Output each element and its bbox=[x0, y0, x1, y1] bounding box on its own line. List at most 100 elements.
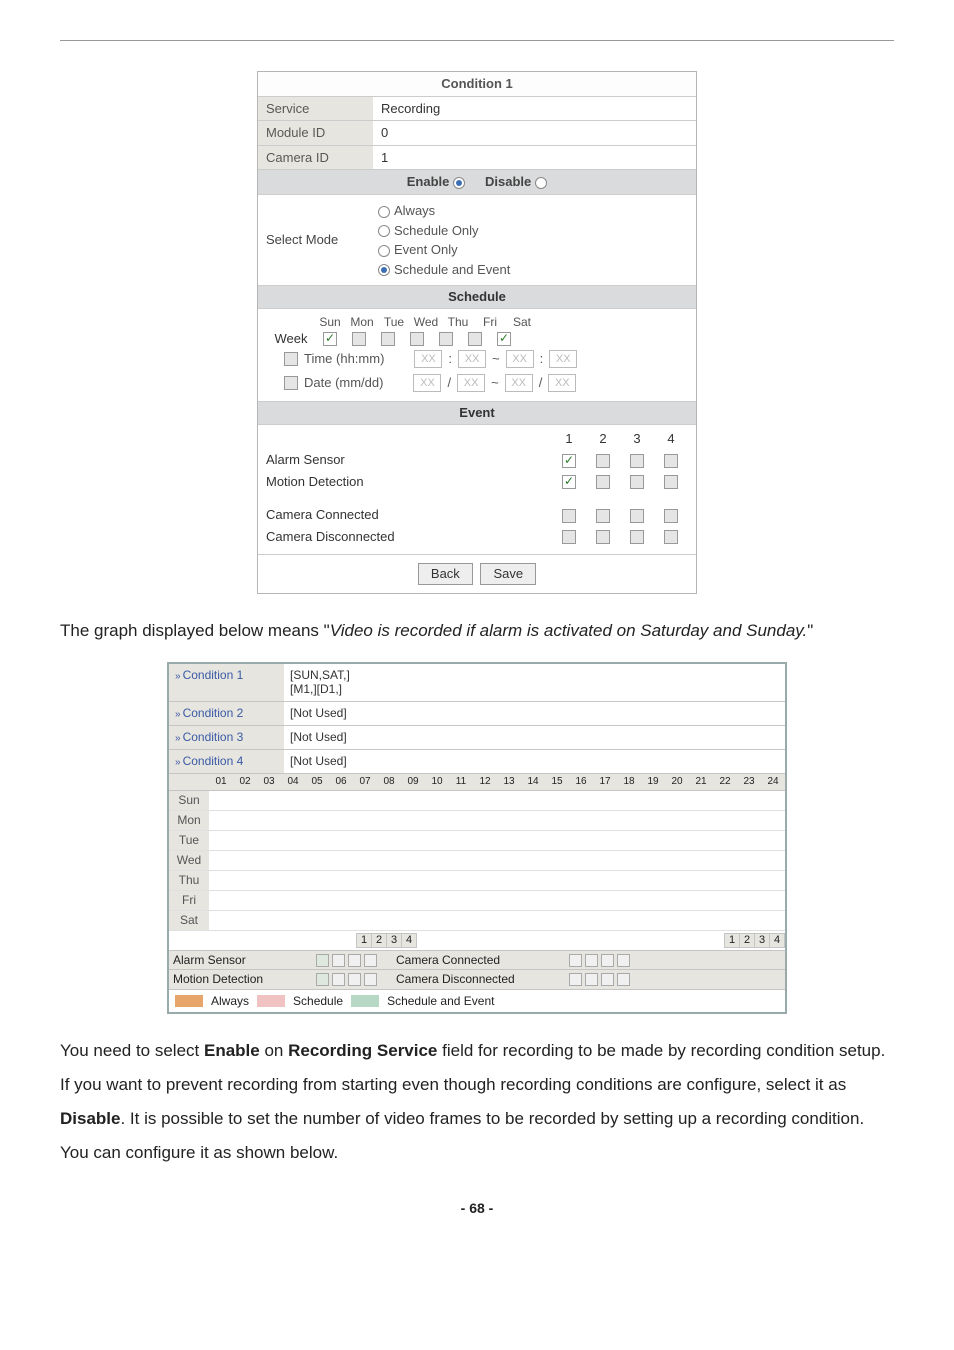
arrow-icon: » bbox=[175, 757, 181, 768]
mode-event-radio[interactable] bbox=[378, 245, 390, 257]
time-label: Time (hh:mm) bbox=[304, 351, 384, 367]
motion-2-checkbox[interactable] bbox=[596, 475, 610, 489]
motion-1-checkbox[interactable] bbox=[562, 475, 576, 489]
camcon-4-checkbox[interactable] bbox=[664, 509, 678, 523]
motion-3-checkbox[interactable] bbox=[630, 475, 644, 489]
time-hh2[interactable]: XX bbox=[506, 350, 534, 368]
camcon-2-checkbox[interactable] bbox=[596, 509, 610, 523]
date-dd1[interactable]: XX bbox=[457, 374, 485, 392]
day-thu: Thu bbox=[444, 315, 472, 329]
camcon-3-checkbox[interactable] bbox=[630, 509, 644, 523]
foot-motion-4 bbox=[364, 973, 377, 986]
swatch-schedule bbox=[257, 995, 285, 1007]
cond3-link[interactable]: »Condition 3 bbox=[169, 726, 284, 749]
camdis-2-checkbox[interactable] bbox=[596, 530, 610, 544]
date-mm2[interactable]: XX bbox=[505, 374, 533, 392]
date-enable-checkbox[interactable] bbox=[284, 376, 298, 390]
swatch-always bbox=[175, 995, 203, 1007]
row-wed: Wed bbox=[169, 851, 785, 871]
disable-radio[interactable] bbox=[535, 177, 547, 189]
row-tue: Tue bbox=[169, 831, 785, 851]
cond2-link[interactable]: »Condition 2 bbox=[169, 702, 284, 725]
camera-id-value: 1 bbox=[373, 146, 696, 170]
alarm-1-checkbox[interactable] bbox=[562, 454, 576, 468]
time-mm1[interactable]: XX bbox=[458, 350, 486, 368]
day-tue: Tue bbox=[380, 315, 408, 329]
back-button[interactable]: Back bbox=[418, 563, 473, 585]
time-hh1[interactable]: XX bbox=[414, 350, 442, 368]
row-thu: Thu bbox=[169, 871, 785, 891]
schedule-table: »Condition 1 [SUN,SAT,] [M1,][D1,] »Cond… bbox=[167, 662, 787, 1014]
footnum-r1: 1 bbox=[724, 933, 740, 948]
time-enable-checkbox[interactable] bbox=[284, 352, 298, 366]
footnum-2: 2 bbox=[371, 933, 387, 948]
service-value: Recording bbox=[373, 97, 696, 121]
time-mm2[interactable]: XX bbox=[549, 350, 577, 368]
date-dd2[interactable]: XX bbox=[548, 374, 576, 392]
mode-schedule-label: Schedule Only bbox=[394, 223, 479, 238]
camdis-4-checkbox[interactable] bbox=[664, 530, 678, 544]
camcon-1-checkbox[interactable] bbox=[562, 509, 576, 523]
footnum-r2: 2 bbox=[739, 933, 755, 948]
row-fri: Fri bbox=[169, 891, 785, 911]
foot-camdis-label: Camera Disconnected bbox=[396, 972, 566, 986]
alarm-4-checkbox[interactable] bbox=[664, 454, 678, 468]
week-label: Week bbox=[266, 331, 316, 347]
mode-always-radio[interactable] bbox=[378, 206, 390, 218]
alarm-3-checkbox[interactable] bbox=[630, 454, 644, 468]
week-wed-checkbox[interactable] bbox=[410, 332, 424, 346]
foot-camdis-2 bbox=[585, 973, 598, 986]
module-id-value: 0 bbox=[373, 121, 696, 145]
foot-alarm-2 bbox=[332, 954, 345, 967]
row-mon: Mon bbox=[169, 811, 785, 831]
arrow-icon: » bbox=[175, 709, 181, 720]
week-thu-checkbox[interactable] bbox=[439, 332, 453, 346]
camdis-1-checkbox[interactable] bbox=[562, 530, 576, 544]
cond2-value: [Not Used] bbox=[284, 702, 785, 725]
foot-camcon-2 bbox=[585, 954, 598, 967]
cond1-link[interactable]: »Condition 1 bbox=[169, 664, 284, 701]
cam-connected-label: Camera Connected bbox=[266, 507, 552, 523]
service-label: Service bbox=[258, 97, 373, 121]
select-mode-label: Select Mode bbox=[266, 232, 338, 248]
foot-motion-1 bbox=[316, 973, 329, 986]
week-mon-checkbox[interactable] bbox=[352, 332, 366, 346]
motion-label: Motion Detection bbox=[266, 474, 552, 490]
caption-paragraph: The graph displayed below means "Video i… bbox=[60, 614, 894, 648]
day-mon: Mon bbox=[348, 315, 376, 329]
mode-always-label: Always bbox=[394, 203, 435, 218]
enable-label: Enable bbox=[407, 174, 450, 189]
mode-both-radio[interactable] bbox=[378, 264, 390, 276]
ev-col-2: 2 bbox=[586, 431, 620, 447]
footnum-1: 1 bbox=[356, 933, 372, 948]
footnum-4: 4 bbox=[401, 933, 417, 948]
schedule-header: Schedule bbox=[258, 285, 696, 308]
footnum-r3: 3 bbox=[754, 933, 770, 948]
cond3-value: [Not Used] bbox=[284, 726, 785, 749]
week-sun-checkbox[interactable] bbox=[323, 332, 337, 346]
motion-4-checkbox[interactable] bbox=[664, 475, 678, 489]
enable-radio[interactable] bbox=[453, 177, 465, 189]
panel-title: Condition 1 bbox=[258, 72, 696, 96]
camera-id-label: Camera ID bbox=[258, 146, 373, 170]
save-button[interactable]: Save bbox=[480, 563, 536, 585]
week-sat-checkbox[interactable] bbox=[497, 332, 511, 346]
ev-col-4: 4 bbox=[654, 431, 688, 447]
body-paragraph: You need to select Enable on Recording S… bbox=[60, 1034, 894, 1170]
date-mm1[interactable]: XX bbox=[413, 374, 441, 392]
camdis-3-checkbox[interactable] bbox=[630, 530, 644, 544]
foot-camcon-4 bbox=[617, 954, 630, 967]
cond4-value: [Not Used] bbox=[284, 750, 785, 773]
week-fri-checkbox[interactable] bbox=[468, 332, 482, 346]
mode-schedule-radio[interactable] bbox=[378, 225, 390, 237]
week-tue-checkbox[interactable] bbox=[381, 332, 395, 346]
mode-event-label: Event Only bbox=[394, 242, 458, 257]
cam-disconnected-label: Camera Disconnected bbox=[266, 529, 552, 545]
footnum-3: 3 bbox=[386, 933, 402, 948]
cond4-link[interactable]: »Condition 4 bbox=[169, 750, 284, 773]
alarm-2-checkbox[interactable] bbox=[596, 454, 610, 468]
day-wed: Wed bbox=[412, 315, 440, 329]
page-number: - 68 - bbox=[60, 1200, 894, 1217]
foot-camdis-3 bbox=[601, 973, 614, 986]
foot-camdis-4 bbox=[617, 973, 630, 986]
